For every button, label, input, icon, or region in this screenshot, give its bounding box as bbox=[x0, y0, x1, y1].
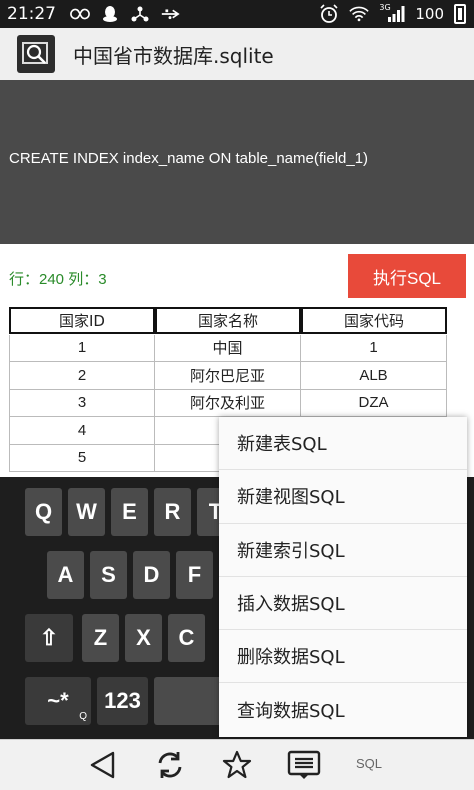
table-cell: 2 bbox=[9, 362, 155, 390]
shift-key[interactable]: ⇧ bbox=[25, 614, 73, 662]
table-cell: 阿尔及利亚 bbox=[155, 389, 301, 417]
table-row[interactable]: 2 阿尔巴尼亚 ALB bbox=[9, 362, 447, 390]
column-header[interactable]: 国家ID bbox=[9, 307, 155, 334]
table-cell: 4 bbox=[9, 417, 155, 445]
menu-item-insert[interactable]: 插入数据SQL bbox=[219, 577, 467, 631]
database-search-icon[interactable] bbox=[17, 35, 55, 73]
key-x[interactable]: X bbox=[125, 614, 162, 662]
table-header-row: 国家ID 国家名称 国家代码 bbox=[9, 307, 447, 335]
battery-level: 100 bbox=[415, 5, 444, 23]
symbols-key-label: ~* bbox=[47, 688, 69, 713]
menu-item-create-index[interactable]: 新建索引SQL bbox=[219, 524, 467, 577]
infinity-icon bbox=[70, 5, 90, 23]
key-c[interactable]: C bbox=[168, 614, 205, 662]
status-time: 21:27 bbox=[7, 4, 56, 24]
key-w[interactable]: W bbox=[68, 488, 105, 536]
network-label: 3G bbox=[379, 3, 391, 12]
space-key[interactable] bbox=[154, 677, 224, 725]
table-row[interactable]: 1 中国 1 bbox=[9, 334, 447, 362]
symbols-key[interactable]: ~* Q bbox=[25, 677, 91, 725]
sql-template-menu: 新建表SQL 新建视图SQL 新建索引SQL 插入数据SQL 删除数据SQL 查… bbox=[219, 417, 467, 737]
menu-item-delete[interactable]: 删除数据SQL bbox=[219, 630, 467, 684]
refresh-icon[interactable] bbox=[152, 748, 188, 782]
sql-text: CREATE INDEX index_name ON table_name(fi… bbox=[9, 150, 369, 167]
wifi-icon bbox=[349, 5, 370, 23]
table-cell: 中国 bbox=[155, 334, 301, 362]
menu-item-create-table[interactable]: 新建表SQL bbox=[219, 417, 467, 471]
key-z[interactable]: Z bbox=[82, 614, 119, 662]
qq-icon bbox=[100, 5, 120, 23]
back-icon[interactable] bbox=[85, 748, 121, 782]
sql-editor[interactable]: CREATE INDEX index_name ON table_name(fi… bbox=[0, 80, 474, 244]
bottom-navigation: SQL bbox=[0, 739, 474, 790]
symbols-key-sub: Q bbox=[79, 711, 87, 722]
table-cell: 1 bbox=[301, 334, 447, 362]
menu-list-icon[interactable] bbox=[286, 748, 322, 782]
table-row[interactable]: 3 阿尔及利亚 DZA bbox=[9, 389, 447, 417]
alarm-icon bbox=[319, 4, 339, 23]
menu-item-create-view[interactable]: 新建视图SQL bbox=[219, 470, 467, 524]
menu-item-select[interactable]: 查询数据SQL bbox=[219, 683, 467, 736]
usb-icon bbox=[160, 5, 180, 23]
key-s[interactable]: S bbox=[90, 551, 127, 599]
key-q[interactable]: Q bbox=[25, 488, 62, 536]
key-f[interactable]: F bbox=[176, 551, 213, 599]
table-cell: 3 bbox=[9, 389, 155, 417]
execute-sql-button[interactable]: 执行SQL bbox=[348, 254, 466, 298]
sql-nav-label[interactable]: SQL bbox=[356, 756, 382, 771]
numbers-key[interactable]: 123 bbox=[97, 677, 148, 725]
table-cell: DZA bbox=[301, 389, 447, 417]
title-bar: 中国省市数据库.sqlite bbox=[0, 28, 474, 80]
key-d[interactable]: D bbox=[133, 551, 170, 599]
status-bar: 21:27 3G 100 bbox=[0, 0, 474, 28]
column-header[interactable]: 国家代码 bbox=[301, 307, 447, 334]
page-title: 中国省市数据库.sqlite bbox=[73, 43, 274, 68]
battery-icon bbox=[454, 4, 466, 24]
row-count: 行：240 列：3 bbox=[9, 271, 107, 288]
table-cell: 1 bbox=[9, 334, 155, 362]
column-header[interactable]: 国家名称 bbox=[155, 307, 301, 334]
table-cell: 阿尔巴尼亚 bbox=[155, 362, 301, 390]
table-cell: 5 bbox=[9, 444, 155, 472]
share-icon bbox=[130, 5, 150, 23]
key-a[interactable]: A bbox=[47, 551, 84, 599]
key-e[interactable]: E bbox=[111, 488, 148, 536]
table-cell: ALB bbox=[301, 362, 447, 390]
star-icon[interactable] bbox=[219, 748, 255, 782]
signal-3g-icon: 3G bbox=[379, 3, 405, 23]
key-r[interactable]: R bbox=[154, 488, 191, 536]
